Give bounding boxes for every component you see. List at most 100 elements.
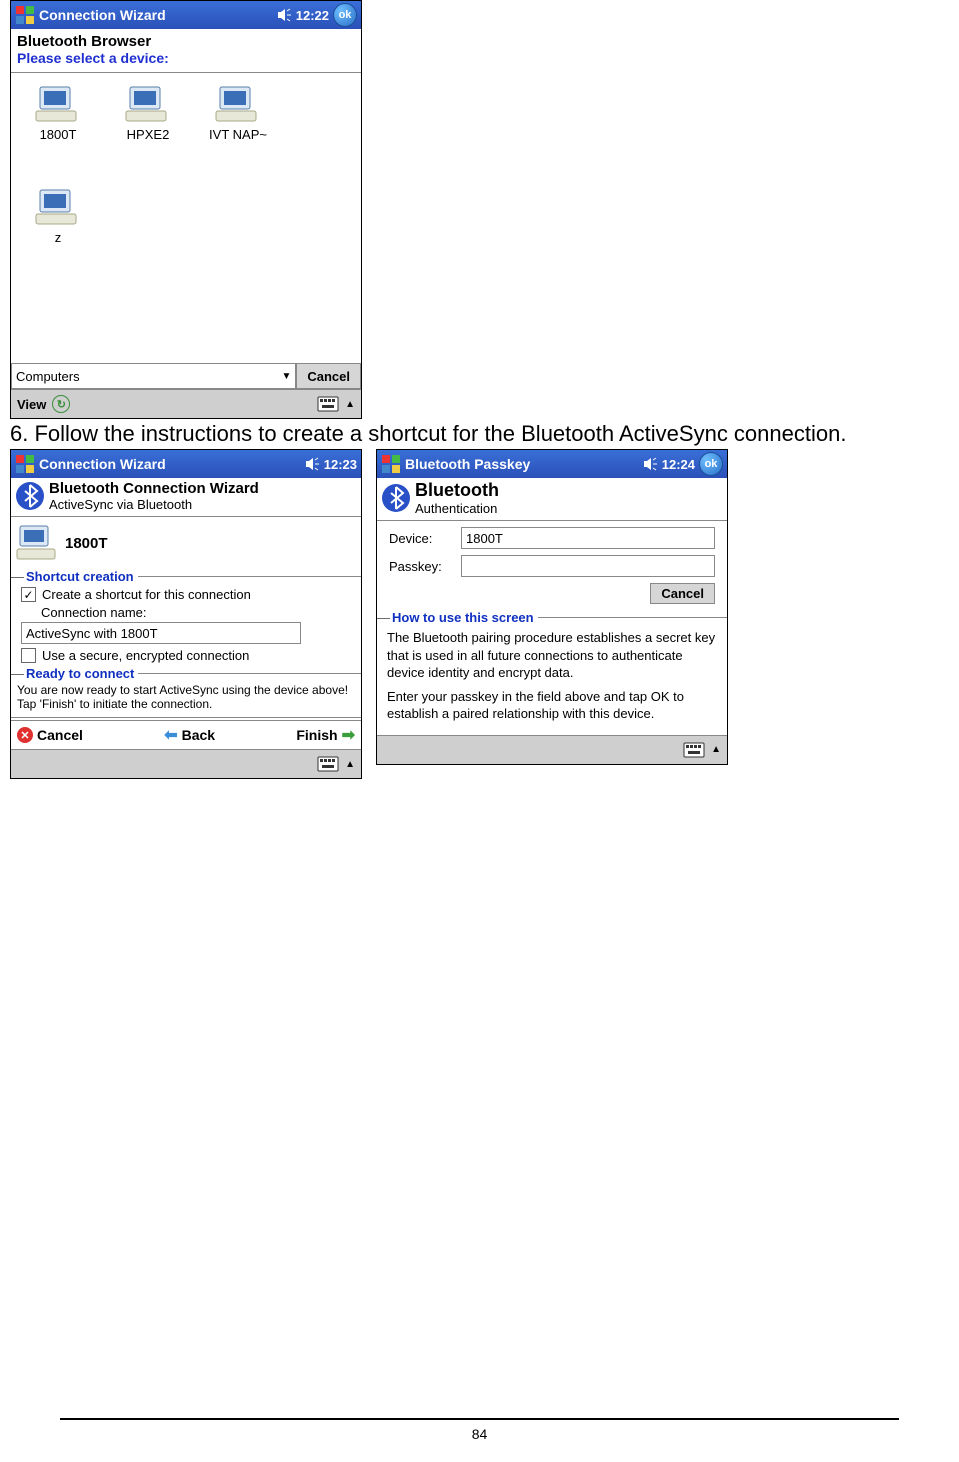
- clock-text: 12:22: [296, 8, 329, 23]
- device-item[interactable]: IVT NAP~: [195, 83, 281, 142]
- device-label: Device:: [389, 531, 461, 546]
- computer-icon: [214, 83, 262, 125]
- checkbox-secure-connection[interactable]: Use a secure, encrypted connection: [21, 648, 361, 663]
- windows-logo-icon[interactable]: [15, 5, 35, 25]
- footer-rule: [60, 1418, 899, 1420]
- finish-label: Finish: [296, 727, 337, 743]
- computer-icon: [15, 523, 59, 563]
- cancel-label: Cancel: [37, 727, 83, 743]
- checkbox-label: Create a shortcut for this connection: [42, 587, 251, 602]
- computer-icon: [124, 83, 172, 125]
- divider: [11, 72, 361, 73]
- keyboard-icon[interactable]: [683, 742, 705, 758]
- checkbox-label: Use a secure, encrypted connection: [42, 648, 249, 663]
- page-number: 84: [60, 1426, 899, 1442]
- passkey-field-row: Passkey:: [377, 555, 727, 577]
- cancel-button[interactable]: Cancel: [296, 363, 361, 389]
- refresh-icon[interactable]: ↻: [52, 395, 70, 413]
- instruction-step-text: 6. Follow the instructions to create a s…: [10, 421, 949, 447]
- menubar: ▲: [11, 749, 361, 778]
- screenshot-bluetooth-browser: Connection Wizard 12:22 ok Bluetooth Bro…: [10, 0, 362, 419]
- chevron-down-icon: ▼: [281, 371, 291, 382]
- menubar: View ↻ ▲: [11, 389, 361, 418]
- computer-icon: [34, 83, 82, 125]
- divider: [11, 516, 361, 517]
- bluetooth-icon: [381, 483, 411, 513]
- windows-logo-icon[interactable]: [381, 454, 401, 474]
- cancel-button[interactable]: ✕ Cancel: [17, 727, 83, 743]
- sip-up-arrow-icon[interactable]: ▲: [711, 744, 721, 755]
- cancel-button[interactable]: Cancel: [650, 583, 715, 604]
- conn-name-input[interactable]: [21, 622, 301, 644]
- device-item[interactable]: z: [15, 186, 101, 245]
- filter-dropdown[interactable]: Computers ▼: [11, 363, 296, 389]
- group-label: Ready to connect: [24, 666, 136, 681]
- bluetooth-header: Bluetooth Authentication: [377, 478, 727, 518]
- menubar: ▲: [377, 735, 727, 764]
- title-text: Connection Wizard: [39, 456, 304, 472]
- screenshot-connection-wizard: Connection Wizard 12:23 Bluetooth Connec…: [10, 449, 362, 779]
- sip-up-arrow-icon[interactable]: ▲: [345, 759, 355, 770]
- computer-icon: [34, 186, 82, 228]
- titlebar: Connection Wizard 12:22 ok: [11, 1, 361, 29]
- screenshot-bluetooth-passkey: Bluetooth Passkey 12:24 ok Bluetooth: [376, 449, 728, 765]
- group-ready-to-connect: — Ready to connect: [11, 666, 361, 681]
- checkbox-icon: [21, 648, 36, 663]
- passkey-label: Passkey:: [389, 559, 461, 574]
- keyboard-icon[interactable]: [317, 396, 339, 412]
- titlebar: Connection Wizard 12:23: [11, 450, 361, 478]
- screen-prompt: Please select a device:: [17, 50, 355, 66]
- group-label: How to use this screen: [390, 610, 536, 625]
- checkbox-create-shortcut[interactable]: ✓ Create a shortcut for this connection: [21, 587, 361, 602]
- group-how-to-use: — How to use this screen: [377, 610, 727, 625]
- bluetooth-icon: [15, 481, 45, 511]
- device-name: 1800T: [65, 535, 108, 552]
- wizard-title: Bluetooth Connection Wizard: [49, 480, 259, 497]
- speaker-icon[interactable]: [276, 7, 292, 23]
- device-field-row: Device:: [377, 527, 727, 549]
- conn-name-label: Connection name:: [41, 605, 361, 620]
- ready-text: You are now ready to start ActiveSync us…: [11, 683, 361, 715]
- clock-text: 12:23: [324, 457, 357, 472]
- divider: [11, 717, 361, 718]
- ok-button[interactable]: ok: [699, 452, 723, 476]
- sip-up-arrow-icon[interactable]: ▲: [345, 399, 355, 410]
- group-label: Shortcut creation: [24, 569, 136, 584]
- cancel-icon: ✕: [17, 727, 33, 743]
- bluetooth-title: Bluetooth: [415, 480, 499, 501]
- screen-heading: Bluetooth Browser: [17, 33, 355, 50]
- windows-logo-icon[interactable]: [15, 454, 35, 474]
- device-label: HPXE2: [127, 127, 170, 142]
- view-menu[interactable]: View: [17, 397, 46, 412]
- device-grid: 1800T HPXE2 IVT NAP~: [11, 75, 361, 363]
- speaker-icon[interactable]: [642, 456, 658, 472]
- device-item[interactable]: HPXE2: [105, 83, 191, 142]
- device-input: [461, 527, 715, 549]
- device-item[interactable]: 1800T: [15, 83, 101, 142]
- ok-button[interactable]: ok: [333, 3, 357, 27]
- finish-button[interactable]: Finish ➡: [296, 725, 355, 745]
- back-label: Back: [182, 727, 215, 743]
- help-paragraph-1: The Bluetooth pairing procedure establis…: [377, 627, 727, 686]
- speaker-icon[interactable]: [304, 456, 320, 472]
- title-text: Bluetooth Passkey: [405, 456, 642, 472]
- filter-value: Computers: [16, 369, 80, 384]
- back-button[interactable]: ⬅ Back: [164, 725, 215, 745]
- passkey-input[interactable]: [461, 555, 715, 577]
- device-label: 1800T: [40, 127, 77, 142]
- wizard-header: Bluetooth Connection Wizard ActiveSync v…: [11, 478, 361, 514]
- arrow-right-icon: ➡: [342, 725, 355, 745]
- page-footer: 84: [60, 1418, 899, 1442]
- device-label: z: [55, 230, 62, 245]
- arrow-left-icon: ⬅: [164, 725, 177, 745]
- command-bar: ✕ Cancel ⬅ Back Finish ➡: [11, 720, 361, 749]
- clock-text: 12:24: [662, 457, 695, 472]
- checkbox-icon: ✓: [21, 587, 36, 602]
- help-paragraph-2: Enter your passkey in the field above an…: [377, 686, 727, 727]
- divider: [377, 520, 727, 521]
- keyboard-icon[interactable]: [317, 756, 339, 772]
- bluetooth-subtitle: Authentication: [415, 501, 499, 516]
- document-page: Connection Wizard 12:22 ok Bluetooth Bro…: [0, 0, 959, 1462]
- filter-row: Computers ▼ Cancel: [11, 363, 361, 389]
- titlebar: Bluetooth Passkey 12:24 ok: [377, 450, 727, 478]
